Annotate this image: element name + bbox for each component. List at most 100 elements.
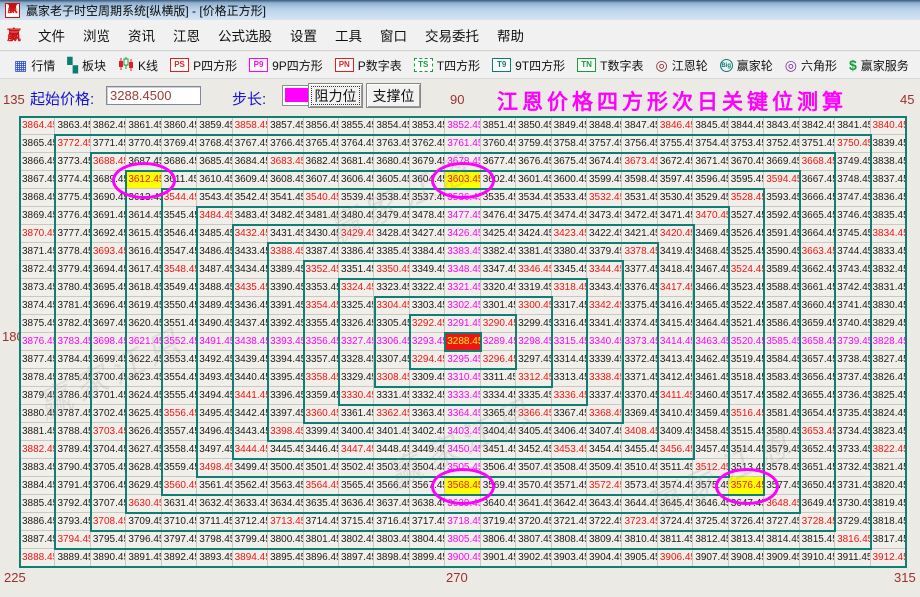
grid-cell: 3676.45: [516, 153, 552, 171]
grid-cell: 3291.45: [445, 315, 481, 333]
grid-cell: 3315.45: [551, 333, 587, 351]
grid-cell: 3499.45: [232, 459, 269, 477]
grid-cell: 3423.45: [551, 225, 587, 243]
grid-cell: 3317.45: [551, 297, 587, 315]
grid-cell: 3833.45: [870, 243, 906, 261]
grid-cell: 3719.45: [480, 513, 517, 531]
grid-cell: 3498.45: [197, 459, 233, 477]
grid-cell: 3736.45: [835, 387, 871, 405]
start-price-input[interactable]: [106, 86, 201, 105]
grid-cell: 3823.45: [870, 423, 906, 441]
grid-cell: 3582.45: [764, 387, 800, 405]
grid-cell: 3411.45: [657, 387, 694, 405]
toolbar-button-9p-square[interactable]: P9 9P四方形: [243, 55, 329, 76]
grid-cell: 3522.45: [728, 297, 765, 315]
support-button[interactable]: 支撑位: [366, 83, 421, 108]
grid-cell: 3639.45: [445, 495, 481, 513]
grid-cell: 3636.45: [338, 495, 375, 513]
angle-label-225: 225: [4, 570, 26, 585]
grid-cell: 3416.45: [657, 297, 694, 315]
angle-label-90: 90: [450, 92, 465, 107]
grid-cell: 3524.45: [728, 261, 765, 279]
menu-item-window[interactable]: 窗口: [371, 20, 416, 50]
grid-cell: 3554.45: [161, 369, 198, 387]
grid-cell: 3327.45: [338, 333, 375, 351]
grid-cell: 3672.45: [657, 153, 694, 171]
menu-item-file[interactable]: 文件: [29, 20, 74, 50]
grid-cell: 3860.45: [161, 117, 198, 135]
toolbar-button-t-number-table[interactable]: TN T数字表: [571, 55, 649, 76]
grid-cell: 3850.45: [516, 117, 552, 135]
menu-item-settings[interactable]: 设置: [281, 20, 326, 50]
toolbar-button-sectors[interactable]: ▚ 板块: [61, 55, 112, 76]
grid-cell: 3481.45: [303, 207, 339, 225]
grid-cell: 3837.45: [870, 171, 906, 189]
grid-cell: 3369.45: [622, 405, 658, 423]
start-price-label: 起始价格:: [30, 91, 95, 108]
grid-cell: 3701.45: [90, 387, 127, 405]
grid-cell: 3302.45: [445, 297, 481, 315]
grid-cell: 3797.45: [161, 531, 198, 549]
grid-cell: 3689.45: [90, 171, 127, 189]
grid-cell: 3371.45: [622, 369, 658, 387]
grid-cell: 3351.45: [338, 261, 375, 279]
grid-cell: 3301.45: [480, 297, 517, 315]
grid-cell: 3864.45: [20, 117, 56, 135]
menu-item-formula-stock[interactable]: 公式选股: [209, 20, 281, 50]
grid-cell: 3729.45: [835, 513, 871, 531]
grid-cell: 3370.45: [622, 387, 658, 405]
grid-cell: 3401.45: [374, 423, 410, 441]
toolbar-label: 行情: [31, 58, 56, 73]
grid-cell: 3820.45: [870, 477, 906, 495]
grid-cell: 3346.45: [516, 261, 552, 279]
grid-cell: 3357.45: [303, 351, 339, 369]
grid-cell: 3602.45: [480, 171, 517, 189]
grid-cell: 3399.45: [303, 423, 339, 441]
resistance-button[interactable]: 阻力位: [308, 83, 363, 108]
grid-cell: 3747.45: [835, 189, 871, 207]
grid-cell: 3460.45: [693, 387, 729, 405]
grid-cell: 3438.45: [232, 333, 269, 351]
menu-item-tools[interactable]: 工具: [326, 20, 371, 50]
grid-cell: 3889.45: [55, 549, 91, 567]
grid-cell: 3600.45: [551, 171, 587, 189]
grid-cell: 3482.45: [268, 207, 304, 225]
window-title: 赢家老子时空周期系统[纵横版] - [价格正方形]: [26, 3, 267, 18]
grid-cell: 3422.45: [587, 225, 623, 243]
grid-cell: 3620.45: [126, 315, 162, 333]
toolbar-button-hexagon[interactable]: ◎ 六角形: [779, 55, 843, 76]
grid-cell: 3696.45: [90, 297, 127, 315]
menu-item-news[interactable]: 资讯: [119, 20, 164, 50]
toolbar-button-p-number-table[interactable]: PN P数字表: [329, 55, 408, 76]
menu-item-view[interactable]: 浏览: [74, 20, 119, 50]
toolbar-button-t-square[interactable]: TS T四方形: [408, 55, 486, 76]
toolbar-button-9t-square[interactable]: T9 9T四方形: [486, 55, 571, 76]
toolbar-button-winner-wheel[interactable]: Big 赢家轮: [714, 55, 779, 76]
toolbar-button-kline[interactable]: K线: [112, 55, 164, 76]
grid-cell: 3413.45: [657, 351, 694, 369]
grid-cell: 3570.45: [516, 477, 552, 495]
grid-cell: 3671.45: [693, 153, 729, 171]
menu-item-help[interactable]: 帮助: [488, 20, 533, 50]
grid-cell: 3878.45: [20, 369, 56, 387]
grid-cell: 3455.45: [622, 441, 658, 459]
menu-item-trading[interactable]: 交易委托: [416, 20, 488, 50]
grid-cell: 3497.45: [197, 441, 233, 459]
grid-cell: 3350.45: [374, 261, 410, 279]
toolbar-button-winner-service[interactable]: $ 赢家服务: [843, 55, 915, 76]
grid-cell: 3593.45: [764, 189, 800, 207]
grid-cell: 3432.45: [232, 225, 269, 243]
toolbar-button-gann-wheel[interactable]: ◎ 江恩轮: [649, 55, 713, 76]
grid-cell: 3300.45: [516, 297, 552, 315]
grid-cell: 3387.45: [303, 243, 339, 261]
grid-cell: 3326.45: [338, 315, 375, 333]
grid-cell: 3581.45: [764, 405, 800, 423]
menu-item-gann[interactable]: 江恩: [164, 20, 209, 50]
9p-square-icon: P9: [249, 58, 269, 72]
grid-cell: 3548.45: [161, 261, 198, 279]
toolbar-button-quotes[interactable]: ▦ 行情: [8, 55, 61, 76]
grid-cell: 3483.45: [232, 207, 269, 225]
grid-cell: 3433.45: [232, 243, 269, 261]
toolbar-button-p-square[interactable]: PS P四方形: [164, 55, 243, 76]
grid-cell: 3464.45: [693, 315, 729, 333]
